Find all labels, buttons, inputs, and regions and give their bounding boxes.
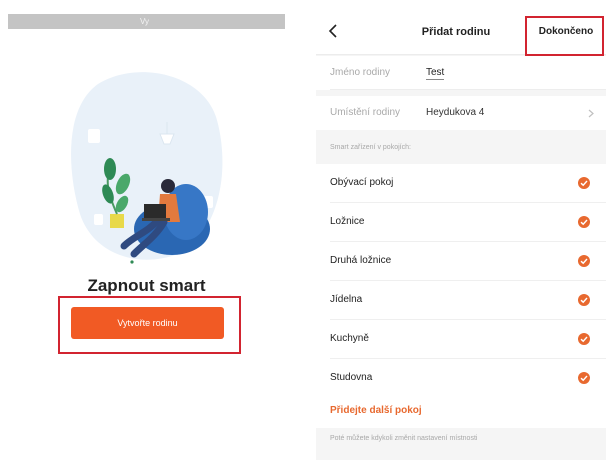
room-label: Studovna xyxy=(330,372,373,383)
room-item[interactable]: Kuchyně xyxy=(316,320,606,359)
room-label: Kuchyně xyxy=(330,333,369,344)
family-location-label: Umístění rodiny xyxy=(330,107,401,118)
family-name-input[interactable]: Test xyxy=(426,67,445,80)
family-name-row[interactable]: Jméno rodiny Test xyxy=(316,56,606,90)
rooms-section-label: Smart zařízení v pokojích: xyxy=(330,144,411,151)
family-location-value: Heydukova 4 xyxy=(426,107,485,118)
check-circle-icon[interactable] xyxy=(578,177,590,189)
room-label: Ložnice xyxy=(330,216,365,227)
check-circle-icon[interactable] xyxy=(578,216,590,228)
page-title: Přidat rodinu xyxy=(421,26,491,38)
room-list: Obývací pokoj Ložnice Druhá ložnice Jíde… xyxy=(316,164,606,398)
status-center: Vy xyxy=(140,17,150,26)
room-item[interactable]: Jídelna xyxy=(316,281,606,320)
footer-hint: Poté můžete kdykoli změnit nastavení mís… xyxy=(330,435,478,442)
room-label: Jídelna xyxy=(330,294,363,305)
room-label: Druhá ložnice xyxy=(330,255,392,266)
room-item[interactable]: Druhá ložnice xyxy=(316,242,606,281)
person-with-laptop-illustration xyxy=(71,72,223,264)
add-room-row[interactable]: Přidejte další pokoj xyxy=(316,394,606,428)
status-bar: Vy xyxy=(8,14,285,29)
add-room-link[interactable]: Přidejte další pokoj xyxy=(330,405,422,416)
empty-state-title: Zapnout smart xyxy=(87,276,206,295)
check-circle-icon[interactable] xyxy=(578,255,590,267)
check-circle-icon[interactable] xyxy=(578,294,590,306)
home-empty-screen: Vy Zapnout smart Vytvořte rodinu xyxy=(8,14,285,460)
chevron-right-icon xyxy=(588,109,594,118)
room-item[interactable]: Ložnice xyxy=(316,203,606,242)
divider xyxy=(330,89,606,90)
check-circle-icon[interactable] xyxy=(578,333,590,345)
check-circle-icon[interactable] xyxy=(578,372,590,384)
family-name-label: Jméno rodiny xyxy=(330,67,391,78)
room-item[interactable]: Studovna xyxy=(316,359,606,398)
create-family-button[interactable]: Vytvořte rodinu xyxy=(71,307,224,339)
room-label: Obývací pokoj xyxy=(330,177,394,188)
back-icon[interactable] xyxy=(326,23,342,39)
caption-strip xyxy=(0,0,606,14)
room-item[interactable]: Obývací pokoj xyxy=(316,164,606,203)
done-button[interactable]: Dokončeno xyxy=(530,26,602,37)
family-location-row[interactable]: Umístění rodiny Heydukova 4 xyxy=(316,96,606,130)
add-family-screen: Přidat rodinu Dokončeno Jméno rodiny Tes… xyxy=(316,14,606,460)
top-bar: Přidat rodinu Dokončeno xyxy=(316,14,606,55)
